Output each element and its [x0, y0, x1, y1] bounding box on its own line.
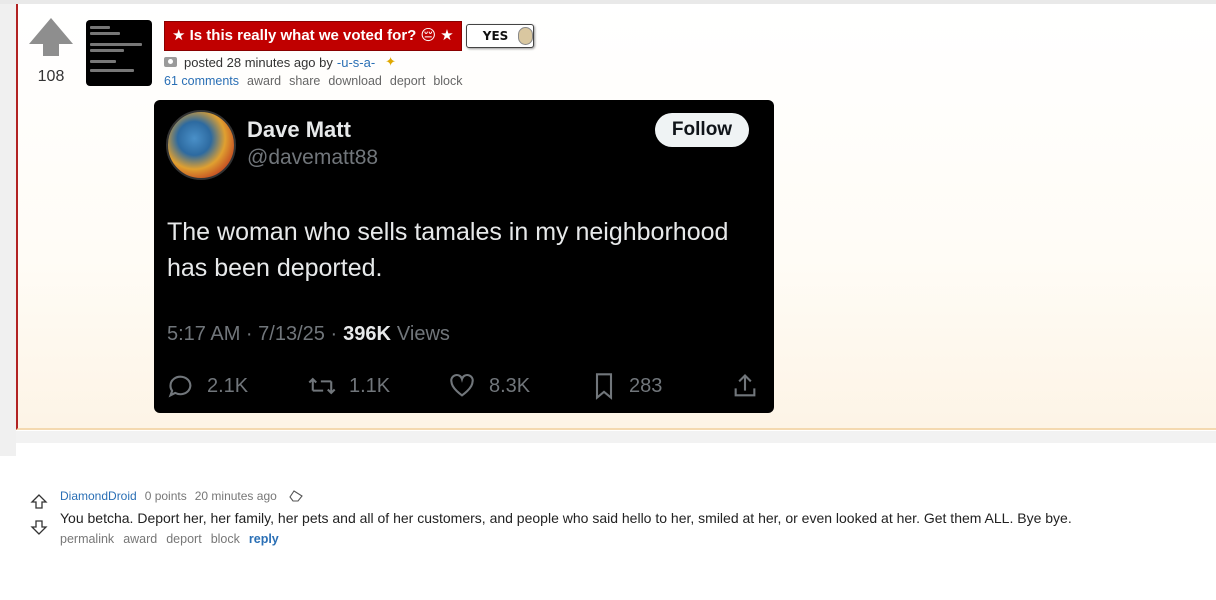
post-thumbnail[interactable] [86, 20, 152, 86]
tweet-stats: 2.1K 1.1K 8.3K 283 [167, 372, 763, 402]
comment-reply-button[interactable]: reply [249, 532, 279, 546]
upvote-icon[interactable] [30, 494, 48, 510]
tweet-replies-count: 2.1K [207, 374, 249, 397]
tagline-text: posted 28 minutes ago by [184, 54, 333, 70]
bookmark-icon [595, 373, 613, 400]
flair-face-icon [518, 27, 533, 45]
tweet-reposts: 1.1K [307, 372, 390, 400]
left-gutter [0, 4, 16, 456]
post-actions: 61 comments award share download deport … [164, 74, 463, 88]
tweet-handle: @davematt88 [247, 146, 379, 169]
tweet-name: Dave Matt [247, 117, 351, 142]
tweet-bookmarks-count: 283 [629, 374, 663, 397]
deport-link[interactable]: deport [390, 74, 425, 88]
post-title-row: ★ Is this really what we voted for? 😔 ★ … [164, 21, 534, 51]
repost-icon [308, 377, 336, 395]
tweet-bookmarks: 283 [591, 372, 662, 400]
tweet-body-line-2: has been deported. [167, 254, 383, 282]
post-score: 108 [37, 68, 65, 85]
tweet-likes-count: 8.3K [489, 374, 531, 397]
camera-icon [164, 57, 177, 67]
comment-permalink[interactable]: permalink [60, 532, 114, 546]
comment-actions: permalink award deport block reply [60, 532, 279, 546]
comment-block[interactable]: block [211, 532, 240, 546]
comment-area [16, 456, 1216, 600]
share-link[interactable]: share [289, 74, 320, 88]
post-flair: YES [465, 24, 534, 48]
like-icon [450, 373, 474, 397]
eraser-icon[interactable] [289, 490, 303, 502]
post-tagline: posted 28 minutes ago by -u-s-a- ✦ [164, 54, 396, 70]
upvote-arrow-icon[interactable] [24, 18, 78, 56]
tweet-image[interactable]: Dave Matt @davematt88 Follow The woman w… [154, 100, 774, 413]
comment-author[interactable]: DiamondDroid [60, 489, 137, 503]
tweet-meta: 5:17 AM · 7/13/25 · 396K Views [167, 323, 450, 346]
comment-body: You betcha. Deport her, her family, her … [60, 510, 1072, 526]
tweet-replies: 2.1K [167, 372, 248, 400]
share-icon [734, 374, 756, 397]
post-title[interactable]: ★ Is this really what we voted for? 😔 ★ [164, 21, 462, 51]
tweet-follow-button: Follow [655, 113, 749, 147]
tweet-likes: 8.3K [447, 372, 530, 400]
comment-header: DiamondDroid 0 points 20 minutes ago [60, 489, 303, 503]
award-link[interactable]: award [247, 74, 281, 88]
comment-points: 0 points [144, 489, 187, 503]
comment-award[interactable]: award [123, 532, 157, 546]
award-icon: ✦ [385, 54, 397, 69]
flair-label: YES [482, 29, 509, 43]
post-author[interactable]: -u-s-a- [337, 55, 375, 70]
tweet-views-count: 396K [343, 323, 391, 345]
tweet-avatar [166, 110, 236, 180]
tweet-share [731, 372, 771, 400]
tweet-body: The woman who sells tamales in my neighb… [167, 214, 767, 286]
comment-deport[interactable]: deport [166, 532, 201, 546]
comment-vote [30, 494, 48, 540]
download-link[interactable]: download [328, 74, 382, 88]
tweet-body-line-1: The woman who sells tamales in my neighb… [167, 218, 729, 246]
post-divider [16, 431, 1216, 443]
tweet-time: 5:17 AM · 7/13/25 · [167, 323, 338, 345]
downvote-icon[interactable] [30, 519, 48, 535]
comment-time: 20 minutes ago [194, 489, 277, 503]
post-vote: 108 [24, 16, 78, 86]
block-link[interactable]: block [433, 74, 462, 88]
tweet-views-label: Views [396, 323, 450, 345]
comments-link[interactable]: 61 comments [164, 74, 239, 88]
tweet-reposts-count: 1.1K [349, 374, 391, 397]
page: 108 ★ Is this really what we voted for? … [0, 0, 1216, 600]
reply-icon [168, 375, 192, 398]
